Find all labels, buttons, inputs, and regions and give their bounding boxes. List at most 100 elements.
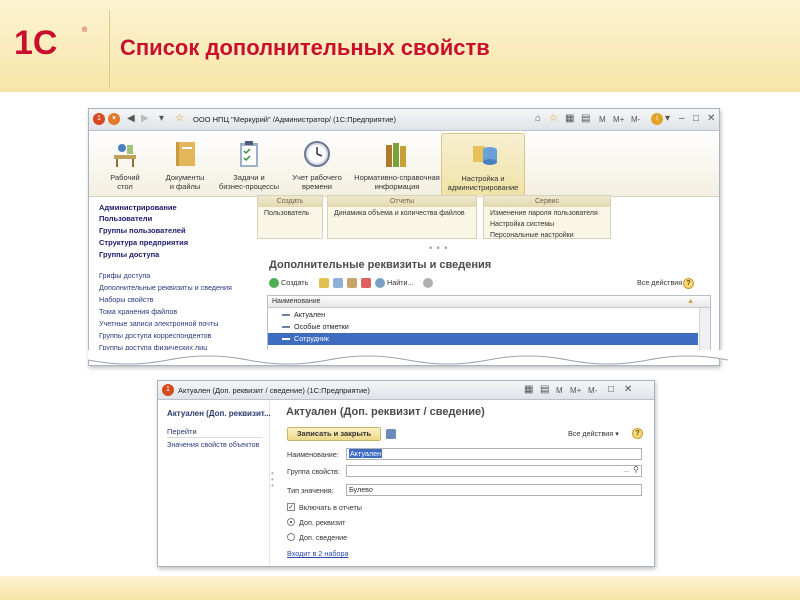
create-icon[interactable] (269, 278, 279, 288)
history-icon[interactable]: ▾ (159, 112, 164, 126)
option-additional-attribute-label: Доп. реквизит (299, 518, 346, 527)
books-icon (386, 143, 406, 167)
sort-icon: ▲ (687, 298, 694, 305)
grid-icon[interactable]: ▤ (581, 112, 590, 126)
minimize-icon[interactable]: – (679, 112, 685, 126)
find-button[interactable]: Найти... (387, 276, 414, 290)
maximize-icon[interactable]: □ (608, 383, 614, 397)
grid-icon[interactable]: ▤ (540, 383, 549, 397)
goto-divider (167, 437, 263, 438)
cmd-create-user[interactable]: Пользователь (264, 210, 309, 217)
admin-icon (473, 146, 497, 165)
name-field[interactable]: Актуален (346, 448, 642, 460)
property-group-field[interactable]: ... ⚲ (346, 465, 642, 477)
app-icon[interactable]: 1 (93, 113, 105, 125)
title-bar: 1 ▾ ◀ ▶ ▾ ☆ ООО НПЦ "Меркурий" /Админист… (89, 109, 719, 131)
window-title: ООО НПЦ "Меркурий" /Администратор/ (1С:П… (193, 115, 396, 124)
star-icon[interactable]: ☆ (549, 112, 558, 126)
add-folder-icon[interactable] (319, 278, 329, 288)
edit-icon[interactable] (347, 278, 357, 288)
clock-icon (304, 141, 330, 167)
info-menu-icon[interactable]: ▾ (665, 112, 670, 126)
nav-property-sets[interactable]: Наборы свойств (99, 295, 154, 304)
slide-header: 1С ® Список дополнительных свойств (0, 0, 800, 92)
memory-mplus-button[interactable]: M+ (570, 384, 581, 398)
calendar-icon[interactable]: ▦ (565, 112, 574, 126)
close-icon[interactable]: ✕ (624, 383, 632, 397)
nav-user-groups[interactable]: Группы пользователей (99, 226, 186, 235)
nav-property-values[interactable]: Значения свойств объектов (167, 440, 259, 449)
cmd-change-password[interactable]: Изменение пароля пользователя (490, 210, 598, 217)
home-icon[interactable]: ⌂ (535, 112, 541, 126)
cmd-system-settings[interactable]: Настройка системы (490, 221, 554, 228)
include-in-reports-checkbox[interactable]: ✓ (287, 503, 295, 511)
memory-mminus-button[interactable]: M- (631, 113, 640, 127)
copy-icon[interactable] (333, 278, 343, 288)
panel-grip[interactable]: • • • (271, 470, 274, 490)
section-reference[interactable]: Нормативно-справочная информация (349, 133, 445, 195)
forward-icon[interactable]: ▶ (141, 112, 149, 126)
memory-m-button[interactable]: M (599, 113, 606, 127)
vertical-scrollbar[interactable] (699, 308, 710, 354)
find-icon[interactable] (375, 278, 385, 288)
calendar-icon[interactable]: ▦ (524, 383, 533, 397)
app-icon[interactable]: 1 (162, 384, 174, 396)
help-icon[interactable]: ? (632, 428, 643, 439)
slide-title: Список дополнительных свойств (120, 35, 490, 60)
delete-icon[interactable] (361, 278, 371, 288)
header-divider (109, 10, 110, 88)
group-create: Создать Пользователь (257, 195, 323, 239)
svg-text:®: ® (82, 26, 88, 34)
property-sets-link[interactable]: Входит в 2 набора (287, 549, 348, 558)
nav-current-object[interactable]: Актуален (Доп. реквизит... (167, 409, 271, 418)
property-nav-panel: Актуален (Доп. реквизит... Перейти Значе… (158, 400, 271, 566)
cmd-personal-settings[interactable]: Персональные настройки (490, 232, 574, 239)
save-icon[interactable] (386, 429, 396, 439)
section-admin[interactable]: Настройка и администрирование (441, 133, 525, 195)
nav-email-accounts[interactable]: Учетные записи электронной почты (99, 319, 218, 328)
nav-additional-attributes[interactable]: Дополнительные реквизиты и сведения (99, 283, 232, 292)
table-row[interactable]: Особые отметки (268, 321, 698, 333)
nav-administration[interactable]: Администрирование (99, 203, 177, 212)
memory-mplus-button[interactable]: M+ (613, 113, 624, 127)
form-title: Дополнительные реквизиты и сведения (269, 259, 492, 271)
nav-access-groups[interactable]: Группы доступа (99, 250, 159, 259)
property-form: Актуален (Доп. реквизит / сведение) Запи… (278, 400, 654, 566)
menu-icon[interactable]: ▾ (108, 113, 120, 125)
column-name-header[interactable]: Наименование ▲ (268, 296, 710, 308)
memory-mminus-button[interactable]: M- (588, 384, 597, 398)
option-additional-attribute-radio[interactable] (287, 518, 295, 526)
table-row-selected[interactable]: Сотрудник (268, 333, 698, 345)
memory-m-button[interactable]: M (556, 384, 563, 398)
all-actions-menu[interactable]: Все действия ▾ (568, 427, 619, 441)
cmd-files-report[interactable]: Динамика объема и количества файлов (334, 210, 465, 217)
search-icon[interactable]: ⚲ (633, 465, 639, 475)
create-button[interactable]: Создать (281, 276, 308, 290)
info-icon[interactable]: i (651, 113, 663, 125)
close-icon[interactable]: ✕ (707, 112, 715, 126)
svg-text:1С: 1С (14, 24, 57, 62)
command-panel: Создать Пользователь Отчеты Динамика объ… (257, 195, 611, 245)
back-icon[interactable]: ◀ (127, 112, 135, 126)
nav-access-labels[interactable]: Грифы доступа (99, 271, 150, 280)
include-in-reports-label: Включать в отчеты (299, 503, 362, 512)
maximize-icon[interactable]: □ (693, 112, 699, 126)
help-icon[interactable]: ? (683, 278, 694, 289)
option-additional-info-radio[interactable] (287, 533, 295, 541)
save-and-close-button[interactable]: Записать и закрыть (287, 427, 381, 441)
nav-file-volumes[interactable]: Тома хранения файлов (99, 307, 177, 316)
value-type-label: Тип значения: (287, 486, 334, 495)
all-actions-menu[interactable]: Все действия ▾ (637, 276, 688, 290)
favorites-icon[interactable]: ☆ (175, 112, 184, 126)
cancel-search-icon[interactable] (423, 278, 433, 288)
1c-logo: 1С ® (14, 24, 88, 62)
nav-enterprise-structure[interactable]: Структура предприятия (99, 238, 188, 247)
section-timesheet[interactable]: Учет рабочего времени (275, 133, 359, 195)
nav-correspondent-groups[interactable]: Группы доступа корреспондентов (99, 331, 211, 340)
select-button[interactable]: ... (623, 466, 629, 476)
nav-users[interactable]: Пользователи (99, 214, 152, 223)
slide-footer (0, 576, 800, 600)
table-row[interactable]: Актуален (268, 309, 698, 321)
value-type-field[interactable]: Булево (346, 484, 642, 496)
property-title-bar: 1 Актуален (Доп. реквизит / сведение) (1… (158, 381, 654, 400)
